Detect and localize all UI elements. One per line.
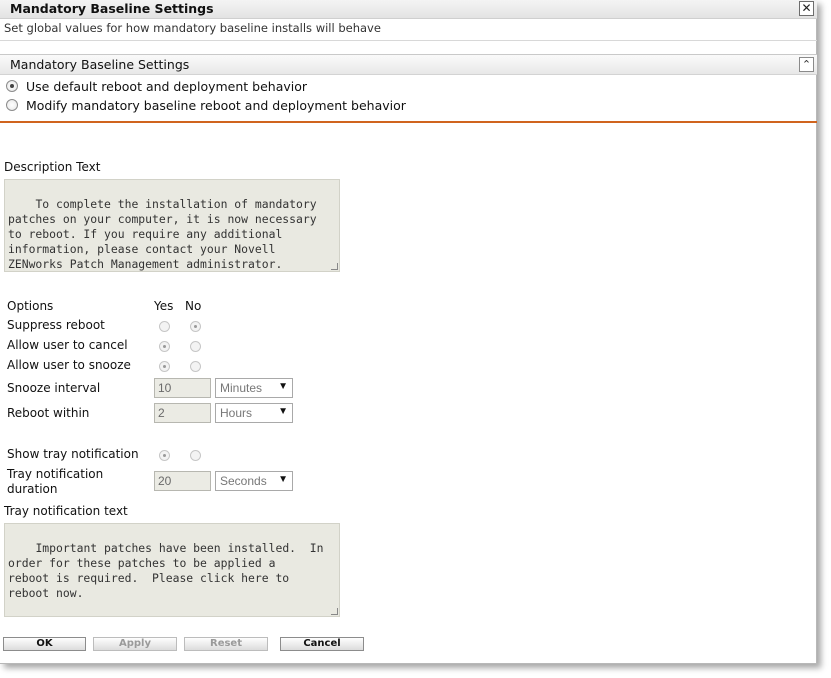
- dropdown-arrow-icon: ▼: [278, 381, 288, 392]
- resize-handle-icon[interactable]: [331, 608, 338, 615]
- suppress-reboot-label: Suppress reboot: [7, 318, 105, 332]
- description-text: To complete the installation of mandator…: [8, 197, 317, 271]
- allow-cancel-yes-radio[interactable]: [159, 341, 170, 352]
- snooze-interval-label: Snooze interval: [7, 381, 101, 395]
- snooze-interval-input[interactable]: 10: [154, 378, 211, 398]
- tray-duration-label-2: duration: [7, 482, 58, 496]
- show-tray-label: Show tray notification: [7, 447, 139, 461]
- tray-text-textarea[interactable]: Important patches have been installed. I…: [4, 523, 340, 617]
- section-divider: [0, 121, 817, 123]
- section-title: Mandatory Baseline Settings: [10, 57, 190, 72]
- reboot-within-label: Reboot within: [7, 406, 90, 420]
- allow-snooze-label: Allow user to snooze: [7, 358, 131, 372]
- apply-button[interactable]: Apply: [93, 637, 177, 651]
- resize-handle-icon[interactable]: [331, 263, 338, 270]
- snooze-unit-select[interactable]: Minutes ▼: [215, 378, 293, 398]
- suppress-reboot-no-radio[interactable]: [190, 321, 201, 332]
- allow-snooze-no-radio[interactable]: [190, 361, 201, 372]
- tray-duration-label-1: Tray notification: [7, 467, 104, 481]
- yes-header: Yes: [154, 299, 174, 313]
- radio-modify-label: Modify mandatory baseline reboot and dep…: [26, 98, 406, 113]
- reboot-unit-value: Hours: [220, 406, 253, 420]
- show-tray-yes-radio[interactable]: [159, 450, 170, 461]
- options-header: Options: [7, 299, 54, 313]
- section-header: Mandatory Baseline Settings ⌃: [0, 55, 817, 75]
- dropdown-arrow-icon: ▼: [278, 406, 288, 417]
- radio-default-button[interactable]: [6, 80, 18, 92]
- allow-snooze-yes-radio[interactable]: [159, 361, 170, 372]
- collapse-chevron-icon[interactable]: ⌃: [799, 57, 814, 72]
- dialog: Mandatory Baseline Settings ✕ Set global…: [0, 0, 817, 664]
- radio-modify-behavior[interactable]: Modify mandatory baseline reboot and dep…: [6, 98, 406, 113]
- radio-default-behavior[interactable]: Use default reboot and deployment behavi…: [6, 79, 307, 94]
- reboot-unit-select[interactable]: Hours ▼: [215, 403, 293, 423]
- tray-text-content: Important patches have been installed. I…: [8, 541, 324, 600]
- tray-unit-value: Seconds: [220, 474, 267, 488]
- close-icon[interactable]: ✕: [799, 1, 814, 16]
- allow-cancel-no-radio[interactable]: [190, 341, 201, 352]
- reset-button[interactable]: Reset: [184, 637, 268, 651]
- radio-modify-button[interactable]: [6, 99, 18, 111]
- show-tray-no-radio[interactable]: [190, 450, 201, 461]
- description-textarea[interactable]: To complete the installation of mandator…: [4, 179, 340, 272]
- suppress-reboot-yes-radio[interactable]: [159, 321, 170, 332]
- dialog-titlebar: Mandatory Baseline Settings ✕: [0, 0, 817, 19]
- description-label: Description Text: [4, 160, 101, 174]
- no-header: No: [185, 299, 202, 313]
- snooze-unit-value: Minutes: [220, 381, 263, 395]
- ok-button[interactable]: OK: [3, 637, 86, 651]
- dialog-title: Mandatory Baseline Settings: [10, 1, 214, 16]
- dialog-subtitle: Set global values for how mandatory base…: [4, 21, 381, 35]
- tray-unit-select[interactable]: Seconds ▼: [215, 471, 293, 491]
- radio-default-label: Use default reboot and deployment behavi…: [26, 79, 308, 94]
- divider: [0, 40, 817, 41]
- allow-cancel-label: Allow user to cancel: [7, 338, 128, 352]
- dropdown-arrow-icon: ▼: [278, 474, 288, 485]
- tray-text-label: Tray notification text: [4, 504, 128, 518]
- tray-duration-input[interactable]: 20: [154, 471, 211, 491]
- reboot-within-input[interactable]: 2: [154, 403, 211, 423]
- cancel-button[interactable]: Cancel: [280, 637, 364, 651]
